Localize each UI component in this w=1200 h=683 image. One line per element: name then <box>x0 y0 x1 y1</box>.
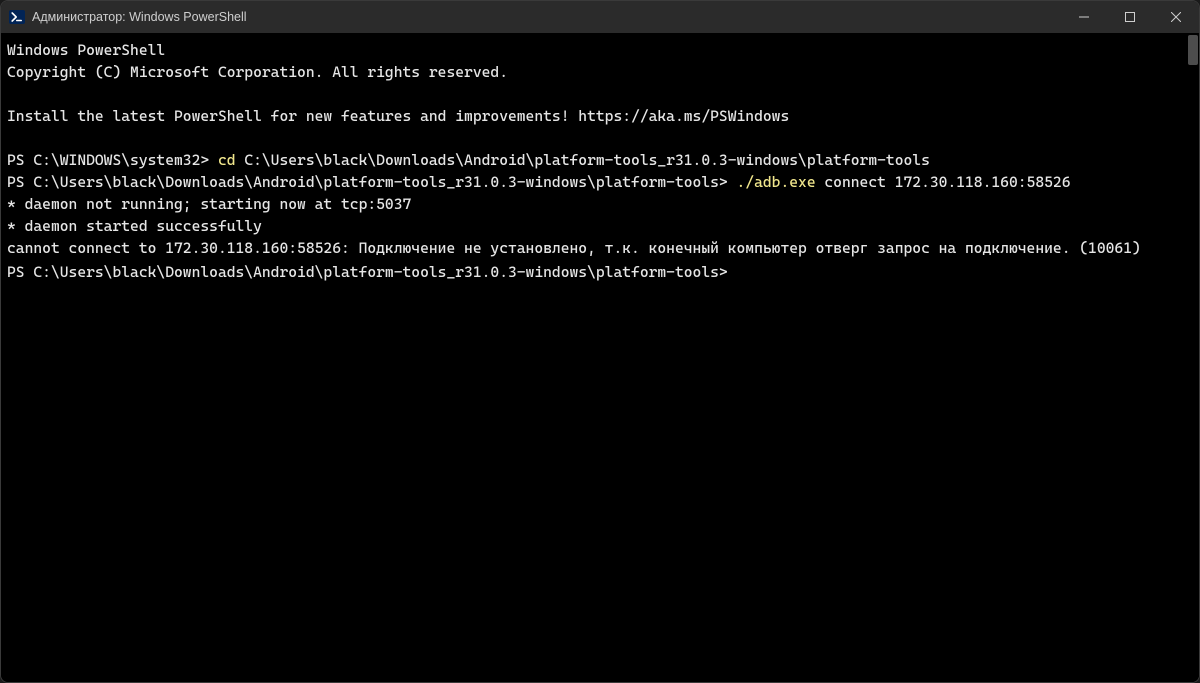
terminal-line: PS C:\WINDOWS\system32> cd C:\Users\blac… <box>7 149 1183 171</box>
terminal-line: PS C:\Users\black\Downloads\Android\plat… <box>7 171 1183 193</box>
terminal-text: PS C:\Users\black\Downloads\Android\plat… <box>7 173 737 191</box>
terminal-line: PS C:\Users\black\Downloads\Android\plat… <box>7 259 1183 283</box>
terminal-text: Install the latest PowerShell for new fe… <box>7 107 789 125</box>
window-controls <box>1061 1 1199 33</box>
terminal-line: Windows PowerShell <box>7 39 1183 61</box>
terminal-text: connect 172.30.118.160:58526 <box>824 173 1070 191</box>
terminal-line: Copyright (C) Microsoft Corporation. All… <box>7 61 1183 83</box>
scrollbar-track[interactable] <box>1187 33 1199 682</box>
terminal-area: Windows PowerShell Copyright (C) Microsof… <box>1 33 1199 682</box>
maximize-button[interactable] <box>1107 1 1153 33</box>
terminal-text: PS C:\Users\black\Downloads\Android\plat… <box>7 263 737 281</box>
close-button[interactable] <box>1153 1 1199 33</box>
minimize-button[interactable] <box>1061 1 1107 33</box>
terminal-line: Install the latest PowerShell for new fe… <box>7 105 1183 127</box>
command-token: cd <box>218 151 244 169</box>
terminal-text: Copyright (C) Microsoft Corporation. All… <box>7 63 508 81</box>
window-titlebar[interactable]: Администратор: Windows PowerShell <box>1 1 1199 33</box>
terminal-text: cannot connect to 172.30.118.160:58526: … <box>7 239 1141 257</box>
scrollbar-thumb[interactable] <box>1188 35 1198 65</box>
terminal-text: * daemon started successfully <box>7 217 262 235</box>
terminal-line: * daemon started successfully <box>7 215 1183 237</box>
terminal-text: PS C:\WINDOWS\system32> <box>7 151 218 169</box>
terminal-line: * daemon not running; starting now at tc… <box>7 193 1183 215</box>
terminal-text: C:\Users\black\Downloads\Android\platfor… <box>244 151 930 169</box>
terminal-output[interactable]: Windows PowerShell Copyright (C) Microsof… <box>1 33 1187 682</box>
titlebar-left: Администратор: Windows PowerShell <box>1 9 247 25</box>
powershell-icon <box>9 9 25 25</box>
terminal-text: * daemon not running; starting now at tc… <box>7 195 411 213</box>
command-token: ./adb.exe <box>737 173 825 191</box>
terminal-line: cannot connect to 172.30.118.160:58526: … <box>7 237 1183 259</box>
terminal-line <box>7 83 1183 105</box>
window-title: Администратор: Windows PowerShell <box>32 10 247 24</box>
terminal-text: Windows PowerShell <box>7 41 165 59</box>
powershell-window: Администратор: Windows PowerShell Window… <box>0 0 1200 683</box>
terminal-line <box>7 127 1183 149</box>
